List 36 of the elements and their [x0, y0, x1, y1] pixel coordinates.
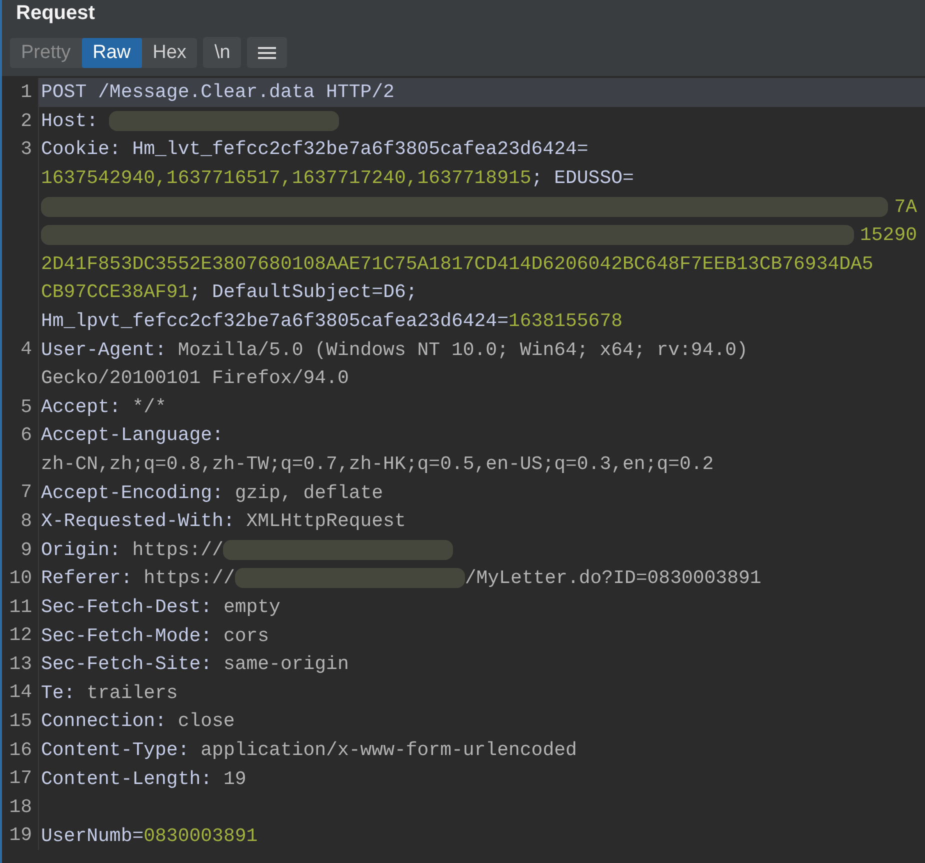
menu-icon: [258, 46, 276, 60]
code-line: Content-Type: application/x-www-form-urlencoded: [41, 738, 577, 761]
code-line: POST /Message.Clear.data HTTP/2: [41, 81, 394, 104]
value-text: https://: [144, 567, 235, 590]
code-line: Sec-Fetch-Site: same-origin: [41, 653, 349, 676]
value-text: https://: [132, 538, 224, 561]
code-line: Accept: */*: [41, 396, 166, 418]
code-line: Hm_lpvt_fefcc2cf32be7a6f3805cafea23d6424=1638155678: [41, 310, 623, 332]
code-line: Sec-Fetch-Mode: cors: [41, 624, 270, 647]
code-line: Gecko/20100101 Firefox/94.0: [41, 367, 349, 390]
code-line: 1637542940,1637716517,1637717240,1637718915; EDUSSO=: [41, 167, 634, 190]
header-text: Host:: [41, 110, 100, 132]
code-line: X-Requested-With: XMLHttpRequest: [41, 510, 406, 532]
code-line: Accept-Language:: [41, 424, 224, 446]
header-text: Origin:: [41, 538, 122, 561]
code-line: Accept-Encoding: gzip, deflate: [41, 482, 384, 504]
code-line: User-Agent: Mozilla/5.0 (Windows NT 10.0; Win64; x64; rv:94.0): [41, 338, 748, 361]
value-text: 7A: [894, 196, 917, 218]
code-line: Content-Length: 19: [41, 768, 246, 790]
code-line: zh-CN,zh;q=0.8,zh-TW;q=0.7,zh-HK;q=0.5,en-US;q=0.3,en;q=0.2: [41, 453, 714, 476]
code-line: Cookie: Hm_lvt_fefcc2cf32be7a6f3805cafea23d6424=: [41, 138, 588, 160]
newline-toggle-button[interactable]: \n: [203, 37, 242, 68]
view-tab[interactable]: Hex: [142, 38, 198, 68]
code-line: Connection: close: [41, 710, 235, 732]
code-line: 2D41F853DC3552E3807680108AAE71C75A1817CD414D6206042BC648F7EEB13CB76934DA5: [41, 252, 874, 275]
line-number: 1: [2, 78, 39, 107]
menu-button[interactable]: [247, 37, 288, 68]
panel-title: Request: [16, 2, 95, 25]
value-text: /MyLetter.do?ID=0830003891: [464, 567, 762, 590]
header-text: Referer:: [41, 567, 134, 590]
code-line: Te: trailers: [41, 682, 178, 704]
value-text: 15290: [860, 224, 917, 246]
view-tab[interactable]: Raw: [82, 38, 142, 68]
code-line: UserNumb=0830003891: [41, 824, 258, 847]
code-line: CB97CCE38AF91; DefaultSubject=D6;: [41, 281, 418, 304]
code-line: Sec-Fetch-Dest: empty: [41, 596, 280, 618]
